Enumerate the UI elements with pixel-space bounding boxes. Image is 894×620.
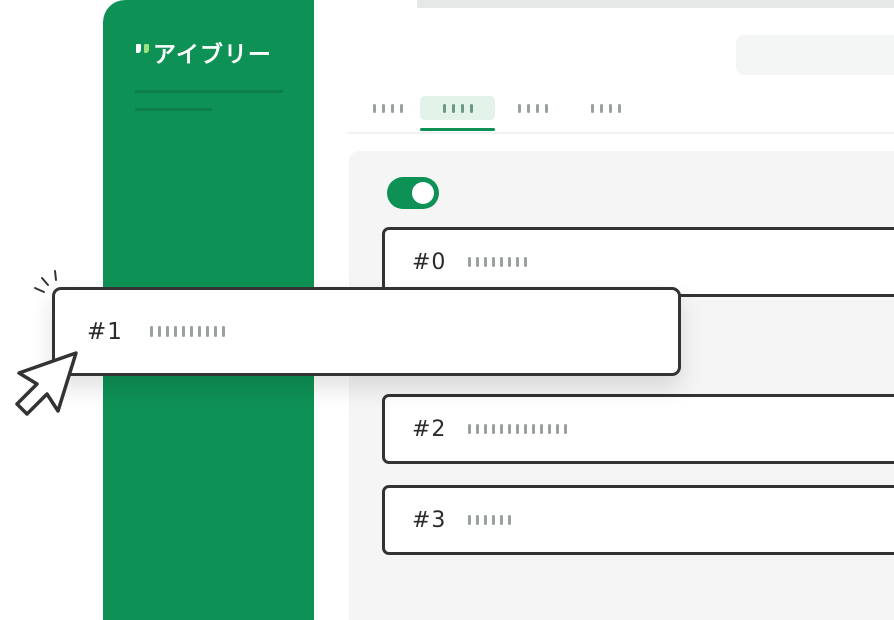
sidebar-divider [135,90,283,93]
list-item-3[interactable]: #3 [382,485,894,555]
tab-4[interactable] [566,96,646,120]
tab-bar-divider [348,132,894,134]
toggle-switch[interactable] [387,177,439,209]
tab-bar [348,96,894,134]
logo-mark-icon [136,44,149,60]
item-label: #3 [412,507,447,533]
item-label: #0 [412,249,447,275]
tab-3[interactable] [493,96,573,120]
item-text-placeholder [468,488,511,552]
tab-1[interactable] [348,96,428,120]
list-item-2[interactable]: #2 [382,394,894,464]
brand-name: アイブリー [153,42,272,68]
top-edge [417,0,894,8]
item-text-placeholder [150,290,225,373]
tab-label-placeholder [591,103,621,113]
brand-logo[interactable]: アイブリー [136,35,272,69]
active-tab-indicator [420,128,495,131]
sidebar-divider-short [135,108,212,111]
toggle-knob [412,182,434,204]
item-label: #2 [412,416,447,442]
tab-label-placeholder [373,103,403,113]
pointer-cursor-icon [15,351,78,416]
item-text-placeholder [468,230,527,294]
item-text-placeholder [468,397,567,461]
search-input[interactable] [736,35,894,75]
tab-label-placeholder [442,103,473,113]
tab-label-placeholder [518,103,548,113]
list-item-1-dragging[interactable]: #1 [52,287,681,376]
tab-2[interactable] [420,96,495,120]
click-sparkle-icon [34,270,57,293]
item-label: #1 [87,318,123,345]
